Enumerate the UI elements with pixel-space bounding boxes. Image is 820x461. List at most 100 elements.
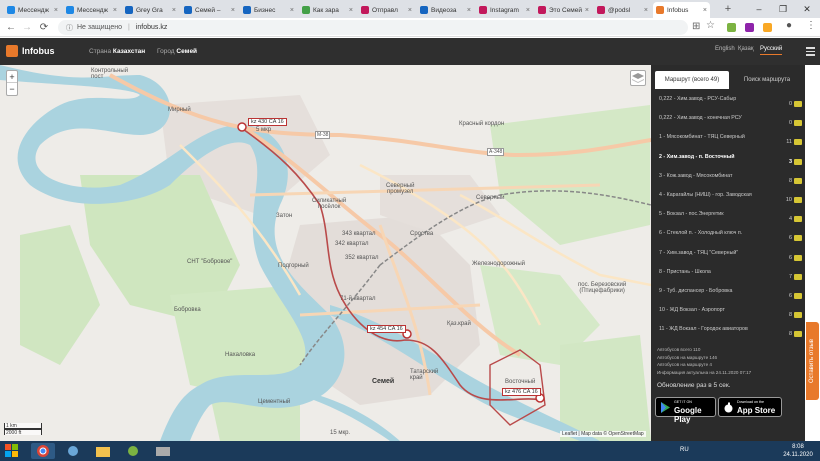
stat-line: Автобусов всего 110: [657, 347, 701, 352]
route-bus-count: 10: [785, 197, 792, 203]
back-icon[interactable]: ←: [4, 21, 18, 35]
system-tray[interactable]: RU: [680, 447, 689, 453]
star-icon[interactable]: ☆: [706, 20, 715, 31]
app-taskbar-icon[interactable]: [151, 443, 175, 459]
clock[interactable]: 8:08 24.11.2020: [778, 443, 818, 459]
tab-close-icon[interactable]: ×: [703, 7, 707, 14]
close-window-button[interactable]: ✕: [796, 3, 818, 15]
map-label: пос. Березовский (Птицефабрики): [578, 282, 627, 294]
city-label: Город: [157, 48, 175, 55]
bus-plate-label[interactable]: kz 476 CA 16: [502, 388, 541, 396]
start-button[interactable]: [4, 443, 26, 459]
tab-close-icon[interactable]: ×: [172, 7, 176, 14]
route-bus-count: 0: [788, 101, 792, 107]
route-item[interactable]: 1 - Мясокомбинат - ТЯЦ Северный 11: [658, 130, 802, 149]
route-name: 3 - Кож.завод - Мясокомбинат: [659, 172, 733, 179]
bus-plate-label[interactable]: kz 454 CA 16: [367, 325, 406, 333]
map-label: Подгорный: [278, 263, 309, 269]
browser-tab[interactable]: Отправл ×: [358, 2, 415, 18]
tab-routes[interactable]: Маршрут (всего 49): [655, 71, 729, 89]
route-item[interactable]: 4 - Карагайлы (НИШ) - гор. Заводская 10: [658, 188, 802, 207]
browser-tab[interactable]: Видеоза ×: [417, 2, 474, 18]
tab-label: Семей –: [195, 6, 221, 14]
route-item[interactable]: 6 - Стеклой п. - Холодный ключ п. 6: [658, 226, 802, 245]
browser-tab[interactable]: Мессендж ×: [63, 2, 120, 18]
app-store-button[interactable]: Download on the App Store: [718, 397, 782, 417]
city-selector[interactable]: Город Семей: [157, 48, 197, 55]
zoom-in-button[interactable]: +: [7, 71, 17, 83]
explorer-taskbar-icon[interactable]: [91, 443, 115, 459]
browser-tab[interactable]: Мессендж ×: [4, 2, 61, 18]
bus-plate-label[interactable]: kz 430 CA 16: [248, 118, 287, 126]
browser-tab[interactable]: Infobus ×: [653, 2, 710, 18]
browser-tab[interactable]: Бизнес ×: [240, 2, 297, 18]
tab-close-icon[interactable]: ×: [467, 7, 471, 14]
extension-icon[interactable]: [745, 23, 754, 32]
extension-icon[interactable]: [727, 23, 736, 32]
lang-kazakh[interactable]: Қазақ: [738, 46, 753, 52]
profile-icon[interactable]: ●: [786, 20, 792, 31]
map[interactable]: + − Контрольный пост Мирный М-38 Красный…: [0, 65, 651, 441]
route-name: 11 - ЖД Вокзал - Городок авиаторов: [659, 326, 748, 333]
tab-close-icon[interactable]: ×: [290, 7, 294, 14]
route-name: 10 - ЖД Вокзал - Аэропорт: [659, 307, 725, 314]
reload-icon[interactable]: ⟳: [37, 21, 51, 35]
lang-russian[interactable]: Русский: [760, 46, 783, 55]
route-item[interactable]: 0,222 - Хим.завод - РСУ-Сабыр 0: [658, 92, 802, 111]
tab-close-icon[interactable]: ×: [408, 7, 412, 14]
route-bus-count: 8: [788, 331, 792, 338]
google-small-text: GET IT ON: [674, 400, 692, 404]
extension-icon[interactable]: [763, 23, 772, 32]
route-item[interactable]: 11 - ЖД Вокзал - Городок авиаторов 8: [658, 322, 802, 341]
route-item[interactable]: 5 - Вокзал - пос.Энергетик 4: [658, 207, 802, 226]
tab-close-icon[interactable]: ×: [231, 7, 235, 14]
maximize-button[interactable]: ❐: [772, 3, 794, 15]
url-input[interactable]: ⓘ Не защищено | infobus.kz: [58, 20, 688, 35]
map-attribution[interactable]: Leaflet | Map data © OpenStreetMap: [560, 431, 646, 437]
panel-tabs: Маршрут (всего 49) Поиск маршрута: [655, 71, 803, 89]
ie-taskbar-icon[interactable]: [61, 443, 85, 459]
browser-tab[interactable]: Grey Gra ×: [122, 2, 179, 18]
layers-icon[interactable]: [630, 70, 646, 86]
new-tab-button[interactable]: +: [721, 3, 735, 17]
route-item[interactable]: 2 - Хим.завод - п. Восточный 3: [658, 150, 802, 169]
tab-close-icon[interactable]: ×: [54, 7, 58, 14]
forward-icon[interactable]: →: [20, 21, 34, 35]
route-item[interactable]: 0,222 - Хим.завод - конечная РСУ 0: [658, 111, 802, 130]
country-selector[interactable]: Страна Казахстан: [89, 48, 145, 55]
tab-close-icon[interactable]: ×: [644, 7, 648, 14]
tab-close-icon[interactable]: ×: [526, 7, 530, 14]
google-play-button[interactable]: GET IT ON Google Play: [655, 397, 716, 424]
minimize-button[interactable]: –: [748, 3, 770, 15]
translate-icon[interactable]: ⊞: [692, 21, 700, 32]
feedback-tab[interactable]: Оставить отзыв: [806, 322, 819, 400]
logo[interactable]: Infobus: [6, 45, 55, 57]
browser-tab[interactable]: Семей – ×: [181, 2, 238, 18]
tab-favicon-icon: [656, 6, 664, 14]
tab-close-icon[interactable]: ×: [349, 7, 353, 14]
route-item[interactable]: 3 - Кож.завод - Мясокомбинат 8: [658, 169, 802, 188]
app-taskbar-icon[interactable]: [121, 443, 145, 459]
tab-close-icon[interactable]: ×: [585, 7, 589, 14]
route-item[interactable]: 10 - ЖД Вокзал - Аэропорт 8: [658, 303, 802, 322]
bus-icon: [794, 293, 802, 299]
zoom-out-button[interactable]: −: [7, 83, 17, 95]
route-item[interactable]: 9 - Туб. диспансер - Бобровка 6: [658, 284, 802, 303]
chrome-taskbar-icon[interactable]: [31, 443, 55, 459]
route-bus-count: 4: [788, 216, 792, 223]
tab-route-search[interactable]: Поиск маршрута: [731, 71, 803, 89]
hamburger-menu-icon[interactable]: [806, 47, 815, 58]
lang-english[interactable]: English: [715, 46, 735, 52]
menu-dots-icon[interactable]: ⋮: [806, 20, 816, 31]
browser-tab[interactable]: Как зара ×: [299, 2, 356, 18]
browser-tab[interactable]: @podsl ×: [594, 2, 651, 18]
road-shield: М-38: [315, 131, 331, 139]
browser-tab[interactable]: Это Семей ×: [535, 2, 592, 18]
route-item[interactable]: 7 - Хим.завод - ТЯЦ "Северный" 6: [658, 246, 802, 265]
info-icon[interactable]: ⓘ: [66, 23, 73, 33]
tab-favicon-icon: [7, 6, 15, 14]
browser-tab[interactable]: Instagram ×: [476, 2, 533, 18]
taskbar: RU 8:08 24.11.2020: [0, 441, 820, 461]
tab-close-icon[interactable]: ×: [113, 7, 117, 14]
route-item[interactable]: 8 - Пристань - Школа 7: [658, 265, 802, 284]
